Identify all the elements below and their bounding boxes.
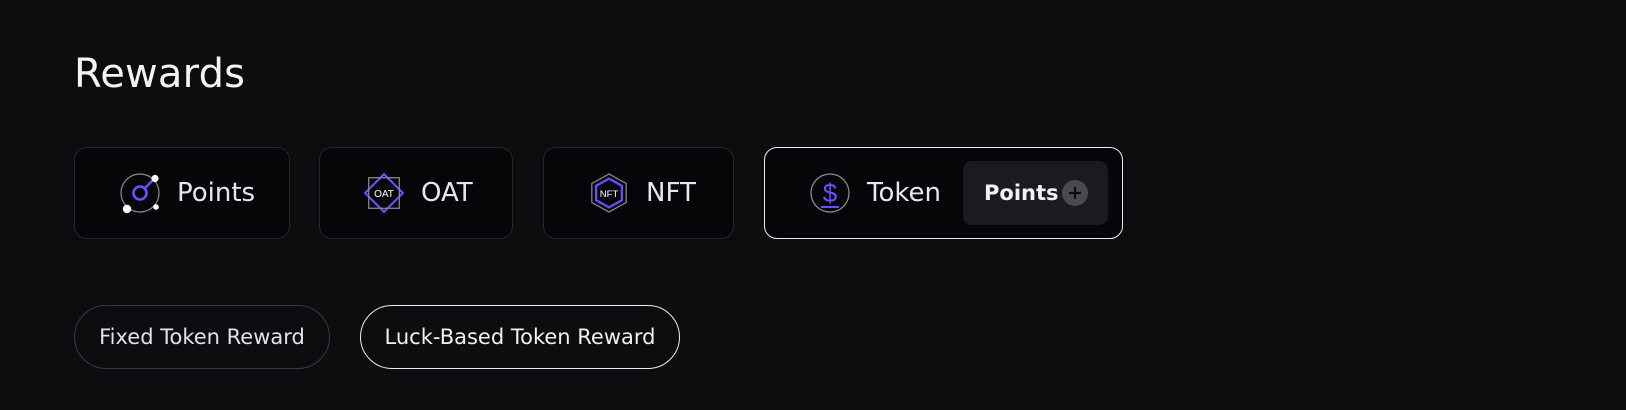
fixed-token-reward-button[interactable]: Fixed Token Reward (74, 305, 330, 369)
plus-circle-icon[interactable] (1062, 180, 1088, 206)
orbit-icon (119, 172, 161, 214)
reward-type-label: Token (867, 178, 941, 208)
nft-icon-text: NFT (600, 189, 619, 200)
oat-badge-icon: OAT (363, 172, 405, 214)
reward-type-label: NFT (646, 178, 696, 208)
nft-hexagon-icon: NFT (588, 172, 630, 214)
svg-text:$: $ (823, 178, 838, 208)
reward-type-points-card[interactable]: Points (74, 147, 290, 239)
rewards-section: Rewards Points OAT OAT NFT NFT $ Token P… (0, 0, 1626, 410)
add-points-label: Points (984, 181, 1059, 205)
reward-type-nft-card[interactable]: NFT NFT (543, 147, 734, 239)
add-points-chip[interactable]: Points (963, 161, 1108, 225)
dollar-coin-icon: $ (809, 172, 851, 214)
reward-type-token-card[interactable]: $ Token Points (764, 147, 1123, 239)
page-title: Rewards (74, 51, 246, 97)
reward-type-oat-card[interactable]: OAT OAT (319, 147, 513, 239)
reward-type-label: Points (177, 178, 256, 208)
oat-icon-text: OAT (374, 189, 394, 200)
reward-type-label: OAT (421, 178, 473, 208)
luck-based-token-reward-button[interactable]: Luck-Based Token Reward (360, 305, 680, 369)
